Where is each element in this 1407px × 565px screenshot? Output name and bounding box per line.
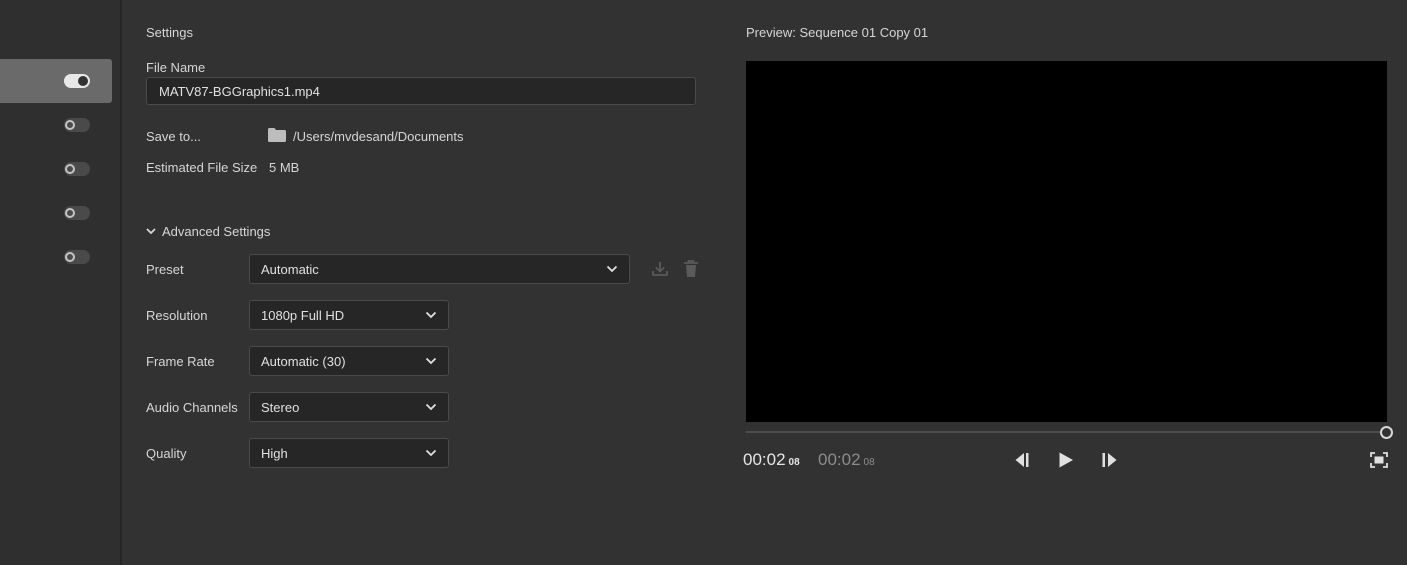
current-time: 00:02 bbox=[743, 450, 786, 469]
toggle-knob bbox=[65, 208, 75, 218]
destination-toggle-5[interactable] bbox=[64, 250, 90, 264]
rail-item-1[interactable] bbox=[0, 59, 112, 103]
audio-channels-value: Stereo bbox=[261, 399, 300, 415]
folder-icon[interactable] bbox=[268, 128, 286, 142]
quality-select[interactable]: High bbox=[249, 438, 449, 468]
preview-title: Preview: Sequence 01 Copy 01 bbox=[746, 25, 929, 40]
scrubber-track[interactable] bbox=[746, 431, 1386, 433]
frame-rate-value: Automatic (30) bbox=[261, 353, 346, 369]
advanced-settings-toggle[interactable]: Advanced Settings bbox=[146, 222, 270, 240]
export-dialog: Settings File Name MATV87-BGGraphics1.mp… bbox=[0, 0, 1407, 565]
toggle-knob bbox=[65, 164, 75, 174]
duration-time: 00:02 bbox=[818, 450, 861, 469]
duration-timecode: 00:02 08 bbox=[818, 450, 875, 470]
toggle-knob bbox=[65, 252, 75, 262]
estimated-file-size-label: Estimated File Size bbox=[146, 160, 258, 175]
rail-item-2[interactable] bbox=[0, 103, 112, 147]
destination-toggle-1[interactable] bbox=[64, 74, 90, 88]
quality-label: Quality bbox=[146, 446, 187, 461]
destination-toggle-4[interactable] bbox=[64, 206, 90, 220]
current-timecode: 00:02 08 bbox=[743, 450, 800, 470]
audio-channels-label: Audio Channels bbox=[146, 400, 238, 415]
file-name-label: File Name bbox=[146, 60, 206, 75]
resolution-value: 1080p Full HD bbox=[261, 307, 345, 323]
step-forward-icon[interactable] bbox=[1100, 451, 1120, 469]
chevron-down-icon bbox=[425, 311, 437, 319]
rail-item-4[interactable] bbox=[0, 191, 112, 235]
destination-toggle-2[interactable] bbox=[64, 118, 90, 132]
save-to-label[interactable]: Save to... bbox=[146, 129, 201, 144]
playhead-handle[interactable] bbox=[1380, 426, 1393, 439]
toggle-knob bbox=[65, 120, 75, 130]
rail-item-5[interactable] bbox=[0, 235, 112, 279]
chevron-down-icon bbox=[146, 228, 156, 235]
quality-value: High bbox=[261, 445, 288, 461]
destination-toggle-3[interactable] bbox=[64, 162, 90, 176]
frame-rate-select[interactable]: Automatic (30) bbox=[249, 346, 449, 376]
chevron-down-icon bbox=[425, 357, 437, 365]
resolution-select[interactable]: 1080p Full HD bbox=[249, 300, 449, 330]
frame-rate-label: Frame Rate bbox=[146, 354, 215, 369]
save-to-path[interactable]: /Users/mvdesand/Documents bbox=[293, 129, 464, 144]
resolution-label: Resolution bbox=[146, 308, 208, 323]
audio-channels-select[interactable]: Stereo bbox=[249, 392, 449, 422]
file-name-input[interactable]: MATV87-BGGraphics1.mp4 bbox=[146, 77, 696, 105]
rail-item-3[interactable] bbox=[0, 147, 112, 191]
preview-canvas bbox=[746, 61, 1387, 422]
chevron-down-icon bbox=[606, 265, 618, 273]
advanced-settings-label: Advanced Settings bbox=[162, 223, 271, 239]
preset-value: Automatic bbox=[261, 261, 319, 277]
step-back-icon[interactable] bbox=[1012, 451, 1032, 469]
toggle-knob bbox=[78, 76, 88, 86]
settings-title: Settings bbox=[146, 25, 193, 40]
save-preset-icon[interactable] bbox=[651, 259, 669, 279]
duration-frames: 08 bbox=[863, 457, 875, 468]
fit-frame-icon[interactable] bbox=[1369, 451, 1389, 469]
chevron-down-icon bbox=[425, 403, 437, 411]
preset-select[interactable]: Automatic bbox=[249, 254, 630, 284]
trash-icon[interactable] bbox=[682, 259, 700, 279]
preset-label: Preset bbox=[146, 262, 184, 277]
current-frames: 08 bbox=[788, 457, 800, 468]
chevron-down-icon bbox=[425, 449, 437, 457]
destination-rail bbox=[0, 0, 122, 565]
play-icon[interactable] bbox=[1056, 451, 1076, 469]
estimated-file-size-value: 5 MB bbox=[269, 160, 300, 175]
